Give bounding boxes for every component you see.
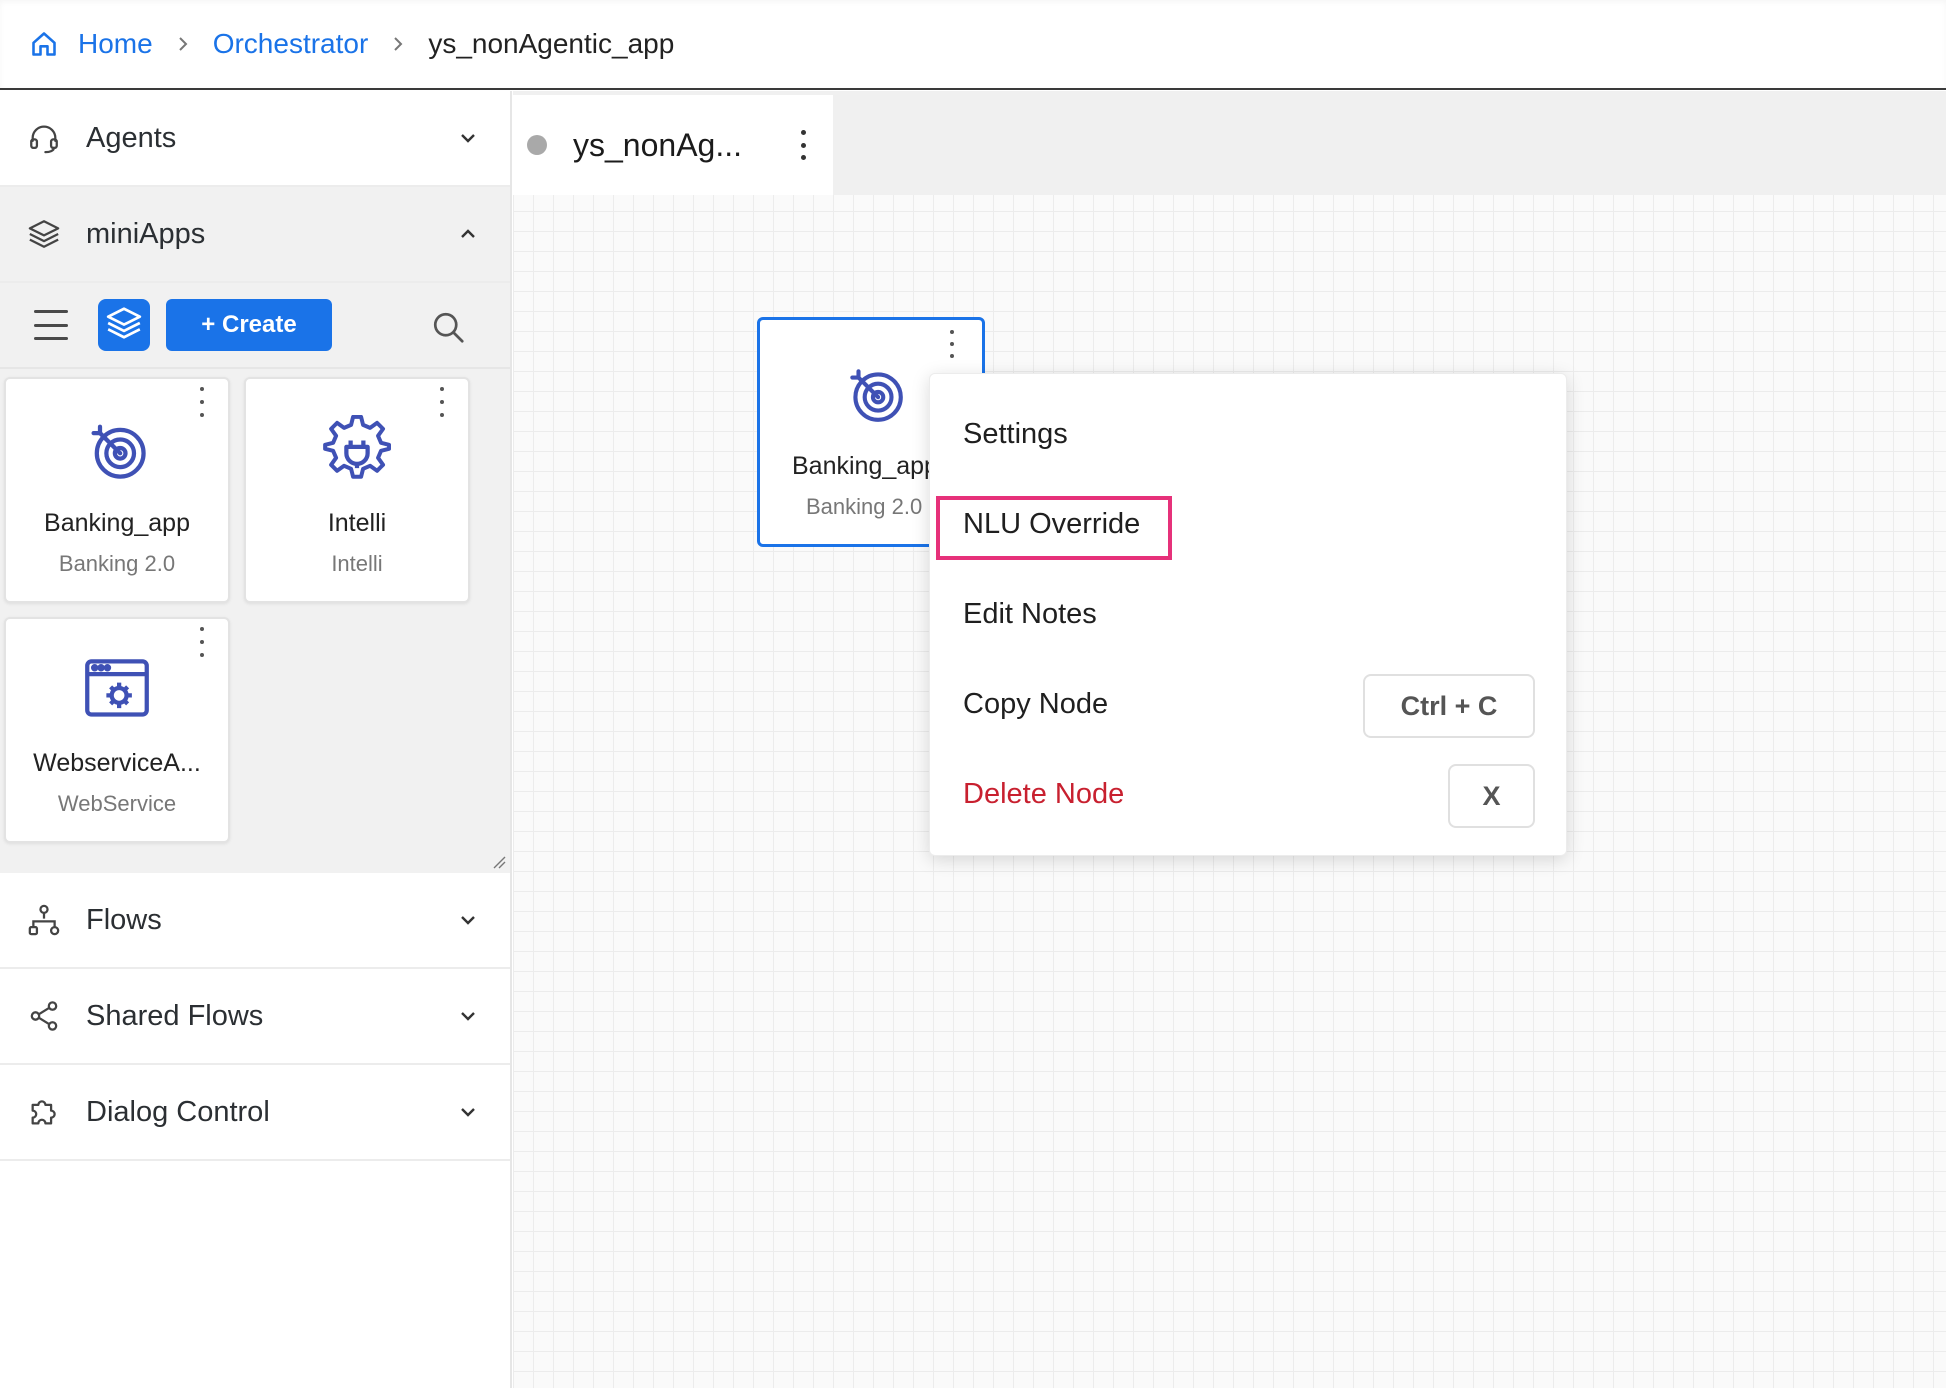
chevron-down-icon[interactable]	[456, 1100, 480, 1124]
chevron-up-icon[interactable]	[456, 222, 480, 246]
section-label: Agents	[86, 121, 177, 154]
chevron-right-icon	[175, 36, 191, 52]
more-options-icon[interactable]	[799, 130, 807, 160]
card-subtitle: Banking 2.0	[58, 551, 176, 576]
tab-app[interactable]: ys_nonAg...	[513, 95, 833, 195]
node-title: Banking_app	[792, 452, 938, 480]
chevron-down-icon[interactable]	[456, 1004, 480, 1028]
miniapps-grid: Banking_app Banking 2.0 Intelli Intelli …	[0, 369, 510, 873]
target-icon	[83, 415, 151, 483]
card-subtitle: WebService	[57, 791, 177, 816]
section-label: Shared Flows	[86, 999, 264, 1032]
section-miniapps[interactable]: miniApps	[0, 187, 510, 283]
section-shared-flows[interactable]: Shared Flows	[0, 969, 510, 1065]
puzzle-icon	[26, 1094, 62, 1130]
menu-item-copy-node[interactable]: Copy Node	[963, 688, 1108, 721]
home-icon[interactable]	[30, 30, 58, 58]
node-context-menu: Settings NLU Override Edit Notes Copy No…	[929, 373, 1567, 856]
breadcrumb-orchestrator[interactable]: Orchestrator	[213, 28, 369, 60]
section-dialog-control[interactable]: Dialog Control	[0, 1065, 510, 1161]
section-agents[interactable]: Agents	[0, 91, 510, 187]
web-settings-icon	[83, 655, 151, 723]
resize-handle-icon[interactable]	[492, 855, 506, 869]
menu-item-delete-node[interactable]: Delete Node	[963, 778, 1124, 811]
layers-icon	[105, 304, 143, 347]
card-title: Banking_app	[44, 509, 190, 537]
menu-item-nlu-override[interactable]: NLU Override	[963, 508, 1140, 541]
more-options-icon[interactable]	[198, 627, 206, 657]
headset-icon	[26, 120, 62, 156]
breadcrumb-home[interactable]: Home	[78, 28, 153, 60]
card-title: WebserviceA...	[33, 749, 201, 777]
gear-plug-icon	[323, 414, 392, 483]
list-view-icon[interactable]	[34, 310, 68, 340]
shortcut-copy: Ctrl + C	[1363, 674, 1535, 738]
card-title: Intelli	[327, 509, 387, 537]
miniapp-card[interactable]: Banking_app Banking 2.0	[4, 377, 230, 603]
breadcrumb-current: ys_nonAgentic_app	[428, 28, 675, 59]
chevron-down-icon[interactable]	[456, 908, 480, 932]
create-button[interactable]: + Create	[166, 299, 332, 351]
menu-item-edit-notes[interactable]: Edit Notes	[963, 598, 1097, 631]
tab-strip: ys_nonAg...	[513, 91, 1946, 195]
tab-label: ys_nonAg...	[573, 126, 742, 163]
section-flows[interactable]: Flows	[0, 873, 510, 969]
more-options-icon[interactable]	[198, 387, 206, 417]
more-options-icon[interactable]	[438, 387, 446, 417]
menu-item-settings[interactable]: Settings	[963, 418, 1068, 451]
share-icon	[26, 998, 62, 1034]
grid-view-button[interactable]	[98, 299, 150, 351]
more-options-icon[interactable]	[948, 330, 956, 358]
section-label: Flows	[86, 903, 162, 936]
status-dot	[527, 135, 547, 155]
miniapp-card[interactable]: Intelli Intelli	[244, 377, 470, 603]
target-icon	[842, 360, 908, 426]
chevron-down-icon[interactable]	[456, 126, 480, 150]
flow-icon	[26, 902, 62, 938]
sidebar: Agents miniApps + Create Banking_app Ban…	[0, 91, 512, 1388]
search-icon[interactable]	[430, 309, 466, 345]
shortcut-delete: X	[1448, 764, 1535, 828]
breadcrumb-bar: Home Orchestrator ys_nonAgentic_app	[0, 0, 1946, 90]
breadcrumb: Home Orchestrator ys_nonAgentic_app	[30, 28, 674, 60]
section-label: miniApps	[86, 217, 206, 250]
node-subtitle: Banking 2.0	[806, 494, 923, 519]
miniapps-toolbar: + Create	[0, 283, 510, 369]
layers-icon	[26, 216, 62, 252]
chevron-right-icon	[390, 36, 406, 52]
miniapp-card[interactable]: WebserviceA... WebService	[4, 617, 230, 843]
card-subtitle: Intelli	[331, 551, 383, 576]
section-label: Dialog Control	[86, 1095, 270, 1128]
